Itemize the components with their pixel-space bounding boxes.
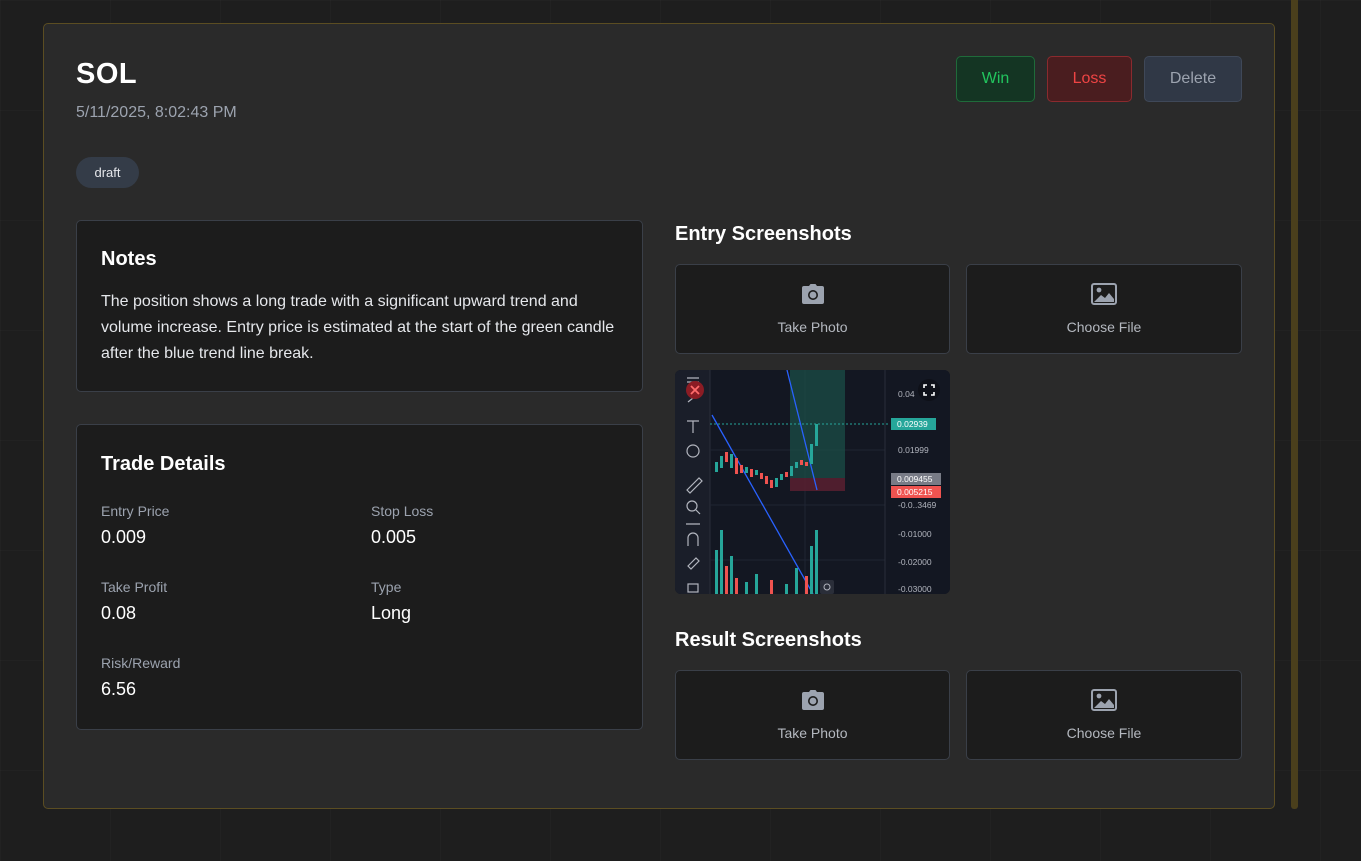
image-icon [1091, 283, 1117, 310]
fullscreen-icon[interactable] [918, 379, 940, 401]
entry-price-field: Entry Price 0.009 [101, 503, 169, 548]
risk-reward-value: 6.56 [101, 679, 137, 699]
take-profit-value: 0.08 [101, 603, 137, 623]
entry-screenshots-title: Entry Screenshots [675, 223, 852, 245]
take-profit-field: Take Profit 0.08 [101, 579, 167, 624]
result-screenshots-title: Result Screenshots [675, 629, 862, 651]
trade-date: 5/11/2025, 8:02:43 PM [76, 104, 237, 121]
entry-screenshot-thumbnail[interactable]: 0.04 0.02939 0.01999 0.009455 0.005215 -… [675, 370, 950, 594]
loss-button[interactable]: Loss [1047, 56, 1132, 102]
take-photo-label: Take Photo [777, 725, 848, 741]
price-label: 0.005215 [897, 487, 933, 497]
risk-reward-label: Risk/Reward [101, 655, 181, 671]
choose-file-label: Choose File [1066, 319, 1142, 335]
notes-title: Notes [101, 248, 157, 270]
entry-price-value: 0.009 [101, 527, 147, 547]
status-badge: draft [76, 157, 139, 188]
take-profit-label: Take Profit [101, 579, 168, 595]
price-label: 0.01999 [898, 445, 929, 455]
stop-loss-value: 0.005 [371, 527, 417, 547]
stop-loss-field: Stop Loss 0.005 [371, 503, 433, 548]
price-label: 0.04 [898, 389, 915, 399]
price-label: -0.0..3469 [898, 500, 937, 510]
type-field: Type Long [371, 579, 411, 624]
entry-take-photo-button[interactable]: Take Photo [675, 264, 950, 354]
price-label: -0.02000 [898, 557, 932, 567]
price-label: 0.009455 [897, 474, 933, 484]
image-icon [1091, 689, 1117, 716]
stop-loss-label: Stop Loss [371, 503, 434, 519]
result-choose-file-button[interactable]: Choose File [966, 670, 1242, 760]
take-photo-label: Take Photo [777, 319, 848, 335]
trade-details-title: Trade Details [101, 453, 226, 475]
win-button[interactable]: Win [956, 56, 1035, 102]
trade-details-panel: Trade Details Entry Price 0.009 Stop Los… [76, 424, 643, 730]
trade-symbol: SOL [76, 58, 138, 90]
price-label: -0.03000 [898, 584, 932, 594]
camera-icon [801, 689, 825, 716]
type-value: Long [371, 603, 412, 623]
close-icon[interactable] [686, 381, 704, 399]
trade-card: SOL 5/11/2025, 8:02:43 PM Win Loss Delet… [43, 23, 1275, 809]
type-label: Type [371, 579, 402, 595]
notes-text: The position shows a long trade with a s… [101, 293, 615, 362]
entry-price-label: Entry Price [101, 503, 170, 519]
price-label: -0.01000 [898, 529, 932, 539]
risk-reward-field: Risk/Reward 6.56 [101, 655, 180, 700]
camera-icon [801, 283, 825, 310]
choose-file-label: Choose File [1066, 725, 1142, 741]
entry-choose-file-button[interactable]: Choose File [966, 264, 1242, 354]
scroll-accent-bar [1291, 0, 1298, 809]
delete-button[interactable]: Delete [1144, 56, 1242, 102]
notes-panel: Notes The position shows a long trade wi… [76, 220, 643, 392]
price-label: 0.02939 [897, 419, 928, 429]
result-take-photo-button[interactable]: Take Photo [675, 670, 950, 760]
